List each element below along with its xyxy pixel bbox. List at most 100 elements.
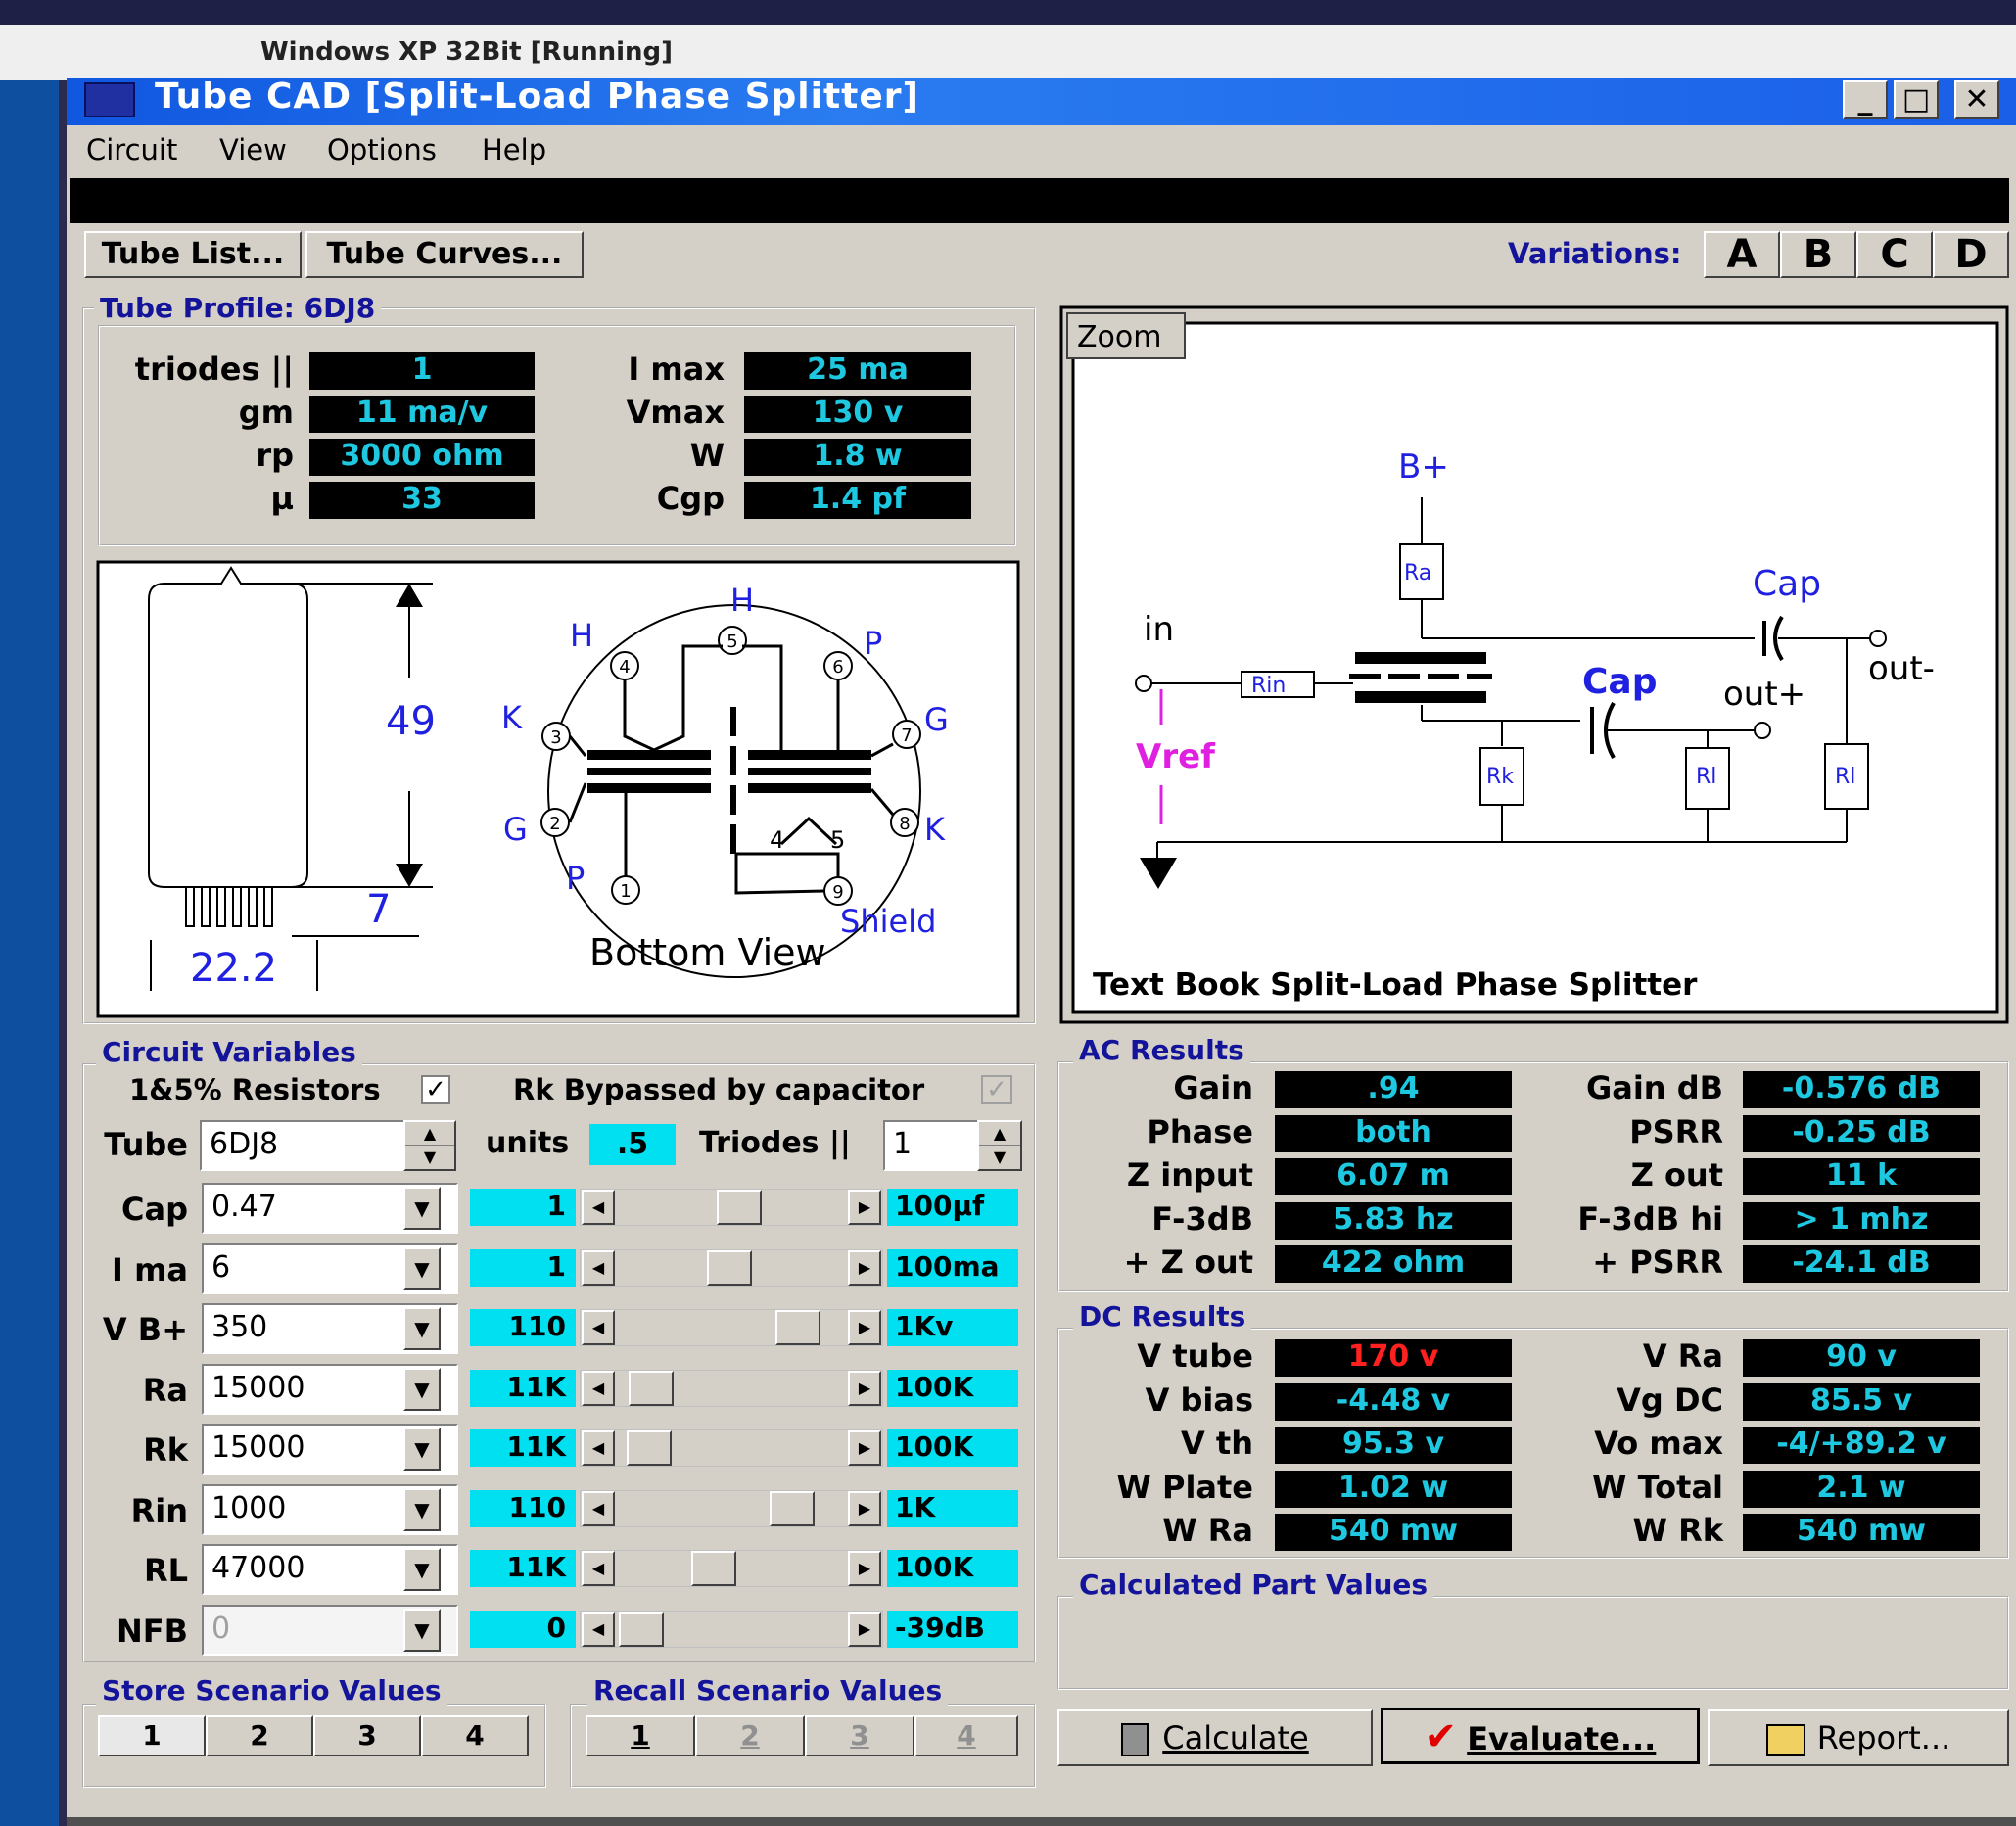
slider-thumb[interactable] — [619, 1611, 664, 1647]
dc_results-w-rk-r-value: 540 mw — [1743, 1514, 1980, 1551]
chevron-down-icon[interactable]: ▼ — [403, 1608, 441, 1652]
store-3-button[interactable]: 3 — [313, 1715, 421, 1756]
scroll-right-icon[interactable]: ▶ — [848, 1490, 881, 1526]
app-title: Tube CAD [Split-Load Phase Splitter] — [155, 76, 919, 117]
calculate-button[interactable]: Calculate — [1057, 1709, 1373, 1766]
slider-thumb[interactable] — [775, 1310, 820, 1345]
scroll-left-icon[interactable]: ◀ — [582, 1430, 615, 1466]
slider-thumb[interactable] — [627, 1430, 672, 1466]
report-button[interactable]: Report... — [1708, 1709, 2009, 1766]
dc_results-w-ra-value: 540 mw — [1275, 1514, 1512, 1551]
menu-help[interactable]: Help — [482, 133, 546, 166]
rk-slider[interactable] — [580, 1429, 883, 1467]
chevron-down-icon[interactable]: ▼ — [403, 1187, 441, 1230]
spinner-down-icon[interactable]: ▼ — [405, 1146, 454, 1169]
ac_results-z-input-label: Z input — [1126, 1156, 1253, 1194]
slider-thumb[interactable] — [717, 1190, 762, 1225]
store-1-button[interactable]: 1 — [98, 1715, 206, 1756]
menu-view[interactable]: View — [219, 133, 287, 166]
rk-label: Rk — [143, 1431, 188, 1469]
rk-min: 11K — [470, 1429, 576, 1467]
scroll-right-icon[interactable]: ▶ — [848, 1370, 881, 1406]
evaluate-button[interactable]: ✔ Evaluate... — [1381, 1708, 1700, 1764]
recall-2-button[interactable]: 2 — [695, 1715, 805, 1756]
ac_results-z-out-r-value: 11 k — [1743, 1158, 1980, 1195]
scroll-left-icon[interactable]: ◀ — [582, 1551, 615, 1586]
slider-thumb[interactable] — [691, 1551, 736, 1586]
rin-label: Rin — [1251, 674, 1286, 698]
scroll-left-icon[interactable]: ◀ — [582, 1490, 615, 1526]
svg-text:8: 8 — [899, 814, 910, 834]
recall-1-button[interactable]: 1 — [586, 1715, 695, 1756]
chevron-down-icon[interactable]: ▼ — [403, 1307, 441, 1350]
rin-min: 110 — [470, 1489, 576, 1527]
maximize-button[interactable]: □ — [1894, 80, 1939, 119]
chevron-down-icon[interactable]: ▼ — [403, 1246, 441, 1290]
label-h-top: H — [730, 582, 754, 619]
scroll-left-icon[interactable]: ◀ — [582, 1190, 615, 1225]
w-label: W — [689, 437, 725, 474]
scroll-left-icon[interactable]: ◀ — [582, 1611, 615, 1647]
ac_results-gain-label: Gain — [1173, 1069, 1253, 1106]
recall-4-button[interactable]: 4 — [914, 1715, 1018, 1756]
slider-thumb[interactable] — [707, 1249, 752, 1286]
tube-curves-button[interactable]: Tube Curves... — [305, 231, 584, 278]
resistors-checkbox[interactable]: ✓ — [421, 1075, 450, 1104]
variation-a-button[interactable]: A — [1704, 231, 1780, 278]
scroll-right-icon[interactable]: ▶ — [848, 1190, 881, 1225]
store-2-button[interactable]: 2 — [206, 1715, 313, 1756]
recall-3-button[interactable]: 3 — [805, 1715, 914, 1756]
menu-options[interactable]: Options — [327, 133, 437, 166]
slider-thumb[interactable] — [770, 1490, 815, 1526]
svg-text:1: 1 — [620, 881, 631, 902]
scroll-left-icon[interactable]: ◀ — [582, 1310, 615, 1345]
report-icon — [1765, 1724, 1805, 1756]
ac_results-psrr-r-label: + PSRR — [1592, 1243, 1723, 1281]
resistors-label: 1&5% Resistors — [129, 1073, 381, 1106]
triodes-spinner[interactable]: ▲ ▼ — [977, 1120, 1022, 1171]
variation-c-button[interactable]: C — [1856, 231, 1933, 278]
evaluate-label: Evaluate... — [1467, 1720, 1657, 1757]
tube-spinner[interactable]: ▲ ▼ — [403, 1120, 456, 1171]
chevron-down-icon[interactable]: ▼ — [403, 1548, 441, 1591]
ra-label: Ra — [1404, 561, 1431, 585]
scroll-right-icon[interactable]: ▶ — [848, 1611, 881, 1647]
slider-thumb[interactable] — [629, 1370, 674, 1406]
gm-value: 11 ma/v — [309, 396, 535, 433]
scroll-left-icon[interactable]: ◀ — [582, 1249, 615, 1286]
ac_results-f-3db-value: 5.83 hz — [1275, 1201, 1512, 1240]
variation-b-button[interactable]: B — [1780, 231, 1856, 278]
scroll-right-icon[interactable]: ▶ — [848, 1430, 881, 1466]
close-button[interactable]: ✕ — [1954, 80, 1999, 119]
nfb-min: 0 — [470, 1610, 576, 1648]
scroll-right-icon[interactable]: ▶ — [848, 1310, 881, 1345]
chevron-down-icon[interactable]: ▼ — [403, 1487, 441, 1531]
rin-slider[interactable] — [580, 1489, 883, 1527]
v-b--slider[interactable] — [580, 1309, 883, 1346]
scroll-left-icon[interactable]: ◀ — [582, 1370, 615, 1406]
spinner-up-icon[interactable]: ▲ — [405, 1122, 454, 1146]
chevron-down-icon[interactable]: ▼ — [403, 1367, 441, 1411]
mu-label: µ — [270, 480, 294, 517]
ra-slider[interactable] — [580, 1369, 883, 1407]
tube-list-button[interactable]: Tube List... — [84, 231, 302, 278]
rk-bypass-checkbox[interactable]: ✓ — [981, 1075, 1012, 1104]
ac_results-psrr-r-value: -0.25 dB — [1743, 1114, 1980, 1152]
triodes-label: triodes || — [134, 351, 294, 388]
zoom-button[interactable]: Zoom — [1066, 312, 1186, 359]
minimize-button[interactable]: _ — [1843, 80, 1888, 119]
triodes-input[interactable]: 1 — [883, 1120, 979, 1171]
spinner-down-icon[interactable]: ▼ — [979, 1146, 1020, 1169]
variation-d-button[interactable]: D — [1933, 231, 2009, 278]
ac_results-z-out-r-label: Z out — [1630, 1156, 1723, 1194]
store-4-button[interactable]: 4 — [421, 1715, 529, 1756]
app-icon[interactable] — [84, 82, 135, 117]
spinner-up-icon[interactable]: ▲ — [979, 1122, 1020, 1146]
chevron-down-icon[interactable]: ▼ — [403, 1428, 441, 1471]
scroll-right-icon[interactable]: ▶ — [848, 1551, 881, 1586]
vmax-label: Vmax — [626, 394, 725, 431]
tube-height-label: 49 — [386, 699, 436, 744]
menu-circuit[interactable]: Circuit — [86, 133, 177, 166]
scroll-right-icon[interactable]: ▶ — [848, 1249, 881, 1286]
tube-input[interactable]: 6DJ8 — [200, 1120, 405, 1171]
